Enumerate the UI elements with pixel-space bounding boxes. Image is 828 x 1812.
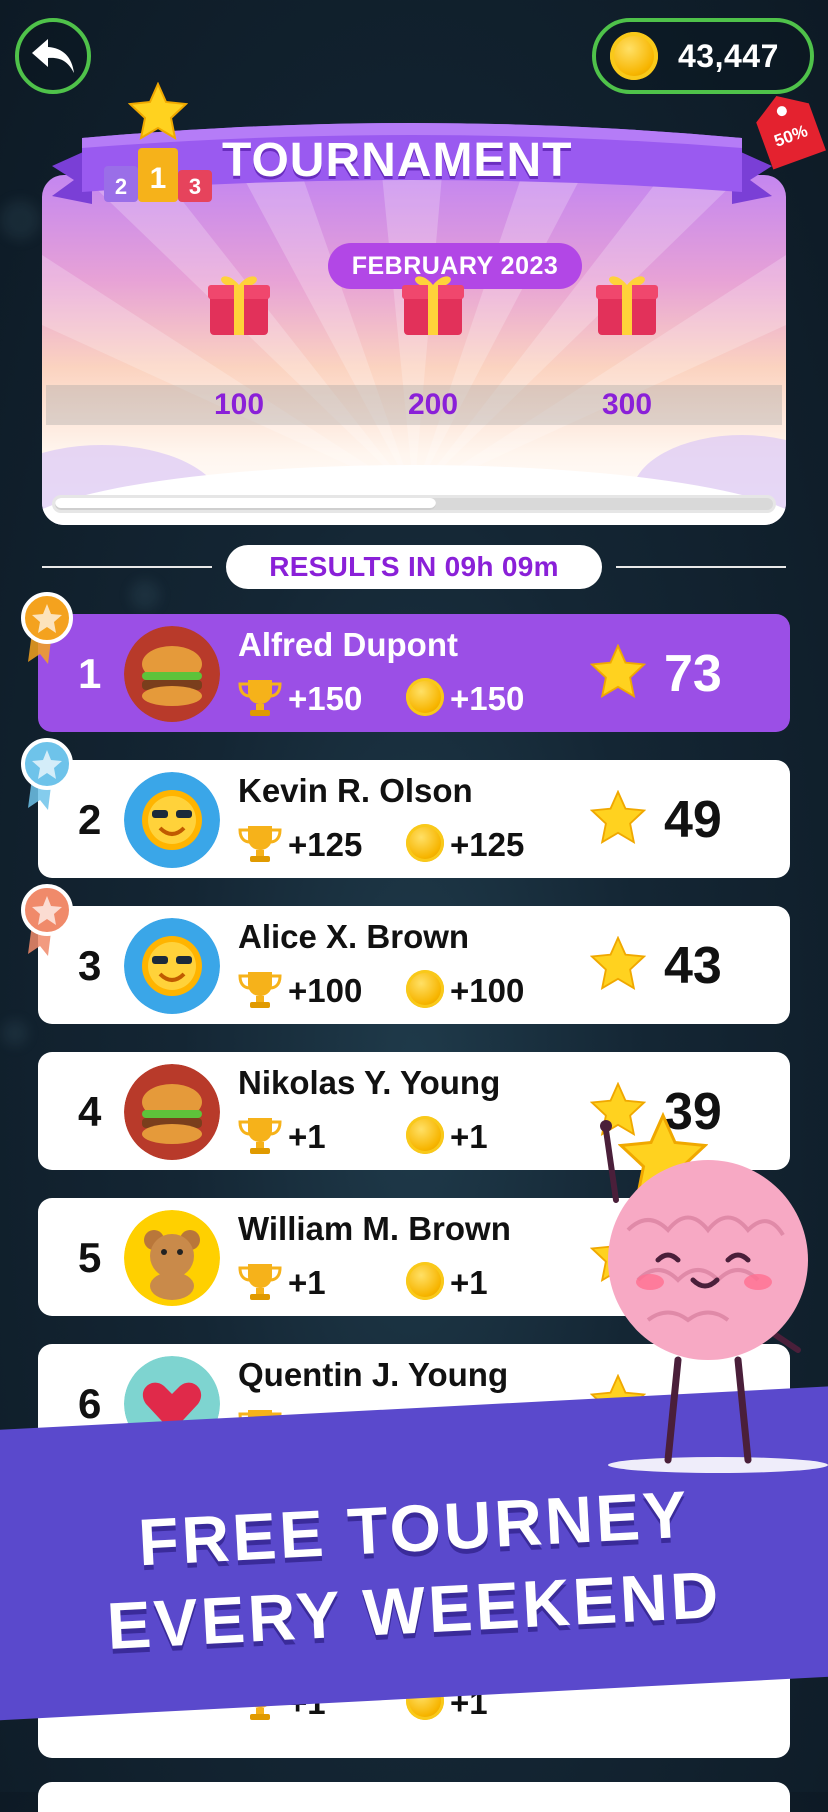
- divider-line: [42, 566, 212, 568]
- trophy-icon: [238, 824, 282, 869]
- reward-threshold: 100: [213, 388, 265, 421]
- podium-first: 1: [150, 162, 167, 195]
- podium-third: 3: [189, 174, 201, 199]
- sunburst-background: [42, 175, 786, 525]
- gift-icon[interactable]: [594, 269, 660, 337]
- gift-icon[interactable]: [206, 269, 272, 337]
- trophy-reward: +1: [288, 1264, 326, 1301]
- coin-reward: +150: [450, 680, 525, 717]
- trophy-icon: [238, 1116, 282, 1161]
- trophy-icon: [238, 970, 282, 1015]
- coin-icon: [406, 970, 444, 1008]
- podium-icon: 2 1 3: [104, 148, 212, 202]
- star-icon: [589, 935, 647, 995]
- rank-number: 3: [78, 942, 102, 989]
- coin-icon: [406, 824, 444, 862]
- coin-icon: [406, 678, 444, 716]
- trophy-reward: +100: [288, 972, 363, 1009]
- medal-gold-icon: [18, 592, 76, 664]
- medal-silver-icon: [18, 738, 76, 810]
- bokeh: [2, 1020, 28, 1046]
- trophy-reward: +125: [288, 826, 363, 863]
- reward-threshold: 200: [407, 388, 459, 421]
- rank-number: 1: [78, 650, 102, 697]
- star-icon: [589, 789, 647, 849]
- trophy-reward: +1: [288, 1118, 326, 1155]
- player-name: Alice X. Brown: [238, 918, 470, 955]
- podium-second: 2: [115, 174, 127, 199]
- tournament-title: TOURNAMENT: [222, 134, 573, 187]
- progress-fill: [55, 498, 436, 510]
- coin-reward: +1: [450, 1264, 488, 1301]
- leaderboard-row[interactable]: 1 Alfred Dupont +150 +150 73: [38, 614, 790, 732]
- divider-line: [616, 566, 786, 568]
- reward-threshold: 300: [601, 388, 653, 421]
- coin-icon: [406, 1116, 444, 1154]
- results-countdown: RESULTS IN 09h 09m: [226, 545, 602, 589]
- player-name: Quentin J. Young: [238, 1356, 509, 1393]
- star-icon: [128, 82, 188, 140]
- back-arrow-icon: [32, 39, 74, 73]
- player-name: Kevin R. Olson: [238, 772, 473, 809]
- trophy-icon: [238, 678, 282, 723]
- sun-avatar[interactable]: [124, 918, 220, 1014]
- gift-icon[interactable]: [400, 269, 466, 337]
- leaderboard-row[interactable]: 2 Kevin R. Olson +125 +125 49: [38, 760, 790, 878]
- teddy-avatar[interactable]: [124, 1210, 220, 1306]
- coin-reward: +100: [450, 972, 525, 1009]
- player-name: Alfred Dupont: [238, 626, 458, 663]
- rank-number: 6: [78, 1380, 102, 1427]
- tournament-card: FEBRUARY 2023 100 200 300: [42, 175, 786, 525]
- rank-number: 4: [78, 1088, 102, 1135]
- medal-bronze-icon: [18, 884, 76, 956]
- burger-avatar[interactable]: [124, 626, 220, 722]
- brain-mascot: [600, 1120, 828, 1473]
- sun-avatar[interactable]: [124, 772, 220, 868]
- star-icon: [589, 643, 647, 703]
- rank-number: 2: [78, 796, 102, 843]
- player-score: 43: [664, 937, 722, 995]
- bokeh: [130, 580, 160, 610]
- player-score: 49: [664, 791, 722, 849]
- rank-number: 5: [78, 1234, 102, 1281]
- trophy-reward: +150: [288, 680, 363, 717]
- player-name: Nikolas Y. Young: [238, 1064, 501, 1101]
- coin-reward: +1: [450, 1118, 488, 1155]
- burger-avatar[interactable]: [124, 1064, 220, 1160]
- coin-icon: [610, 32, 658, 80]
- back-button[interactable]: [15, 18, 91, 94]
- coin-reward: +125: [450, 826, 525, 863]
- leaderboard-row[interactable]: 3 Alice X. Brown +100 +100 43: [38, 906, 790, 1024]
- player-name: William M. Brown: [238, 1210, 511, 1247]
- trophy-icon: [238, 1262, 282, 1307]
- coin-icon: [406, 1262, 444, 1300]
- coin-balance[interactable]: 43,447: [592, 18, 814, 94]
- tournament-progress-bar: [52, 495, 776, 513]
- leaderboard-row-peek[interactable]: [38, 1782, 790, 1812]
- coin-balance-value: 43,447: [678, 37, 779, 74]
- player-score: 73: [664, 645, 722, 703]
- bokeh: [0, 200, 40, 240]
